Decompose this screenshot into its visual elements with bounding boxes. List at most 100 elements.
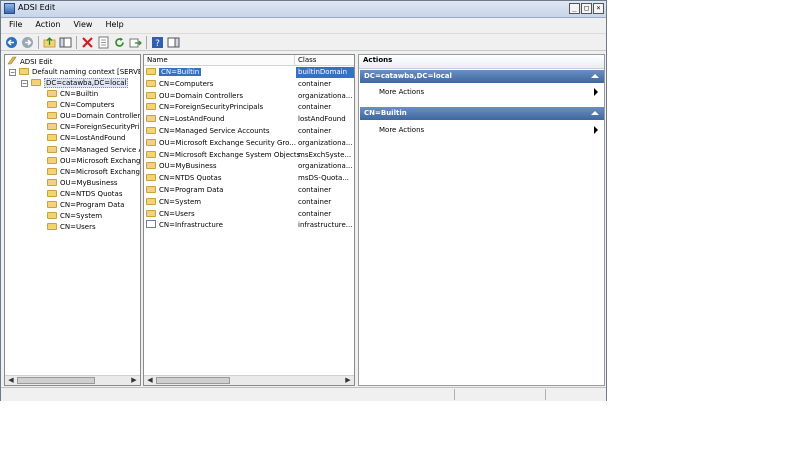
scroll-thumb[interactable] bbox=[17, 377, 95, 384]
folder-icon bbox=[146, 197, 156, 205]
list-cell-class: builtinDomain bbox=[296, 67, 354, 78]
tree-item[interactable]: CN=LostAndFound bbox=[47, 133, 126, 144]
title-bar[interactable]: ADSI Edit _ □ × bbox=[1, 1, 606, 18]
show-hide-tree-icon[interactable] bbox=[59, 36, 72, 49]
list-name-text: CN=Computers bbox=[159, 79, 214, 88]
list-row[interactable]: CN=Program Data container bbox=[144, 185, 354, 196]
list-name-text: CN=Users bbox=[159, 209, 195, 218]
folder-icon bbox=[47, 189, 57, 197]
scroll-left-arrow-icon[interactable]: ◀ bbox=[6, 376, 16, 385]
folder-icon bbox=[146, 150, 156, 158]
tree-item-label: CN=NTDS Quotas bbox=[60, 189, 123, 198]
list-cell-name: OU=Domain Controllers bbox=[146, 91, 243, 102]
collapse-section-icon[interactable] bbox=[591, 74, 599, 78]
menu-view[interactable]: View bbox=[65, 18, 97, 32]
tree-item[interactable]: CN=Program Data bbox=[47, 200, 124, 211]
show-hide-action-pane-icon[interactable] bbox=[167, 36, 180, 49]
folder-icon bbox=[47, 112, 57, 120]
folder-icon bbox=[19, 68, 29, 75]
up-folder-icon[interactable] bbox=[43, 36, 56, 49]
tree-item[interactable]: CN=Computers bbox=[47, 100, 114, 111]
tree-item-label: OU=Domain Controllers bbox=[60, 112, 141, 121]
list-cell-class: container bbox=[298, 79, 332, 88]
column-header-class[interactable]: Class bbox=[295, 55, 354, 66]
help-icon[interactable]: ? bbox=[151, 36, 164, 49]
tree-item[interactable]: CN=System bbox=[47, 211, 102, 222]
list-row[interactable]: CN=Users container bbox=[144, 209, 354, 220]
collapse-toggle-icon[interactable]: − bbox=[21, 80, 28, 87]
list-cell-name: CN=Builtin bbox=[146, 67, 202, 78]
tree-item[interactable]: OU=Domain Controllers bbox=[47, 111, 141, 122]
list-cell-class: msExchSyste... bbox=[298, 150, 352, 159]
column-header-name[interactable]: Name bbox=[144, 55, 295, 66]
export-list-icon[interactable] bbox=[129, 36, 142, 49]
list-row[interactable]: CN=Microsoft Exchange System Objects msEx… bbox=[144, 150, 354, 161]
list-row[interactable]: CN=System container bbox=[144, 197, 354, 208]
list-row[interactable]: CN=Builtin builtinDomain bbox=[144, 67, 354, 78]
list-cell-class: organizationa... bbox=[298, 162, 353, 171]
scroll-right-arrow-icon[interactable]: ▶ bbox=[343, 376, 353, 385]
close-button[interactable]: × bbox=[593, 3, 604, 14]
tree-item[interactable]: OU=Microsoft Exchang bbox=[47, 156, 140, 167]
tree-item-label: CN=Users bbox=[60, 223, 96, 232]
list-row[interactable]: OU=Microsoft Exchange Security Gro... org… bbox=[144, 138, 354, 149]
tree-item[interactable]: CN=NTDS Quotas bbox=[47, 189, 122, 200]
list-row[interactable]: CN=Managed Service Accounts container bbox=[144, 126, 354, 137]
list-row[interactable]: CN=ForeignSecurityPrincipals container bbox=[144, 102, 354, 113]
more-actions-builtin[interactable]: More Actions bbox=[379, 124, 601, 136]
list-row[interactable]: CN=LostAndFound lostAndFound bbox=[144, 114, 354, 125]
more-actions-domain[interactable]: More Actions bbox=[379, 86, 601, 98]
tree-root[interactable]: ADSI Edit bbox=[7, 56, 52, 67]
maximize-button[interactable]: □ bbox=[581, 3, 592, 14]
action-section-title: CN=Builtin bbox=[364, 109, 407, 117]
list-name-text: CN=Microsoft Exchange System Objects bbox=[159, 150, 301, 159]
refresh-icon[interactable] bbox=[113, 36, 126, 49]
tree-item[interactable]: CN=Microsoft Exchang bbox=[47, 167, 140, 178]
menu-action[interactable]: Action bbox=[27, 18, 65, 32]
list-row[interactable]: CN=Infrastructure infrastructure... bbox=[144, 220, 354, 231]
menu-help[interactable]: Help bbox=[97, 18, 128, 32]
collapse-toggle-icon[interactable]: − bbox=[9, 69, 16, 76]
status-segment bbox=[454, 389, 455, 400]
scroll-left-arrow-icon[interactable]: ◀ bbox=[145, 376, 155, 385]
adsi-edit-icon bbox=[7, 56, 17, 65]
tree-item[interactable]: CN=Managed Service A bbox=[47, 145, 140, 156]
folder-icon bbox=[146, 127, 156, 134]
list-row[interactable]: CN=Computers container bbox=[144, 79, 354, 90]
back-arrow-icon[interactable] bbox=[5, 36, 18, 49]
list-cell-name: CN=Microsoft Exchange System Objects bbox=[146, 150, 300, 161]
tree-domain-node[interactable]: − DC=catawba,DC=local bbox=[21, 78, 129, 89]
tree-item[interactable]: CN=Builtin bbox=[47, 89, 98, 100]
list-name-text: OU=Microsoft Exchange Security Gro... bbox=[159, 138, 296, 147]
forward-arrow-icon[interactable] bbox=[21, 36, 34, 49]
action-section-header-domain[interactable]: DC=catawba,DC=local bbox=[360, 70, 604, 83]
collapse-section-icon[interactable] bbox=[591, 111, 599, 115]
list-row[interactable]: OU=Domain Controllers organizationa... bbox=[144, 91, 354, 102]
folder-icon bbox=[47, 167, 57, 175]
minimize-button[interactable]: _ bbox=[569, 3, 580, 14]
actions-title-bar: Actions bbox=[359, 55, 604, 69]
list-row[interactable]: CN=NTDS Quotas msDS-Quota... bbox=[144, 173, 354, 184]
scroll-right-arrow-icon[interactable]: ▶ bbox=[129, 376, 139, 385]
tree-item[interactable]: CN=ForeignSecurityPrin bbox=[47, 122, 140, 133]
toolbar: ? bbox=[1, 33, 606, 51]
scroll-thumb[interactable] bbox=[156, 377, 230, 384]
tree-context-node[interactable]: − Default naming context [SERVE bbox=[9, 67, 140, 78]
list-cell-class: container bbox=[298, 197, 332, 206]
list-name-text: CN=ForeignSecurityPrincipals bbox=[159, 103, 264, 112]
folder-icon bbox=[146, 162, 156, 170]
action-section-header-builtin[interactable]: CN=Builtin bbox=[360, 107, 604, 120]
tree-item[interactable]: OU=MyBusiness bbox=[47, 178, 118, 189]
window-title: ADSI Edit bbox=[18, 3, 56, 12]
folder-icon bbox=[47, 223, 57, 231]
list-row[interactable]: OU=MyBusiness organizationa... bbox=[144, 161, 354, 172]
tree-item-label: CN=Program Data bbox=[60, 201, 125, 209]
tree-horizontal-scrollbar[interactable]: ◀ ▶ bbox=[5, 375, 140, 385]
delete-icon[interactable] bbox=[81, 36, 94, 49]
properties-icon[interactable] bbox=[97, 36, 110, 49]
tree-item[interactable]: CN=Users bbox=[47, 222, 96, 233]
list-horizontal-scrollbar[interactable]: ◀ ▶ bbox=[144, 375, 354, 385]
menu-file[interactable]: File bbox=[1, 18, 27, 32]
list-name-text: CN=Program Data bbox=[159, 186, 224, 194]
tree-item-label: OU=MyBusiness bbox=[60, 178, 118, 187]
